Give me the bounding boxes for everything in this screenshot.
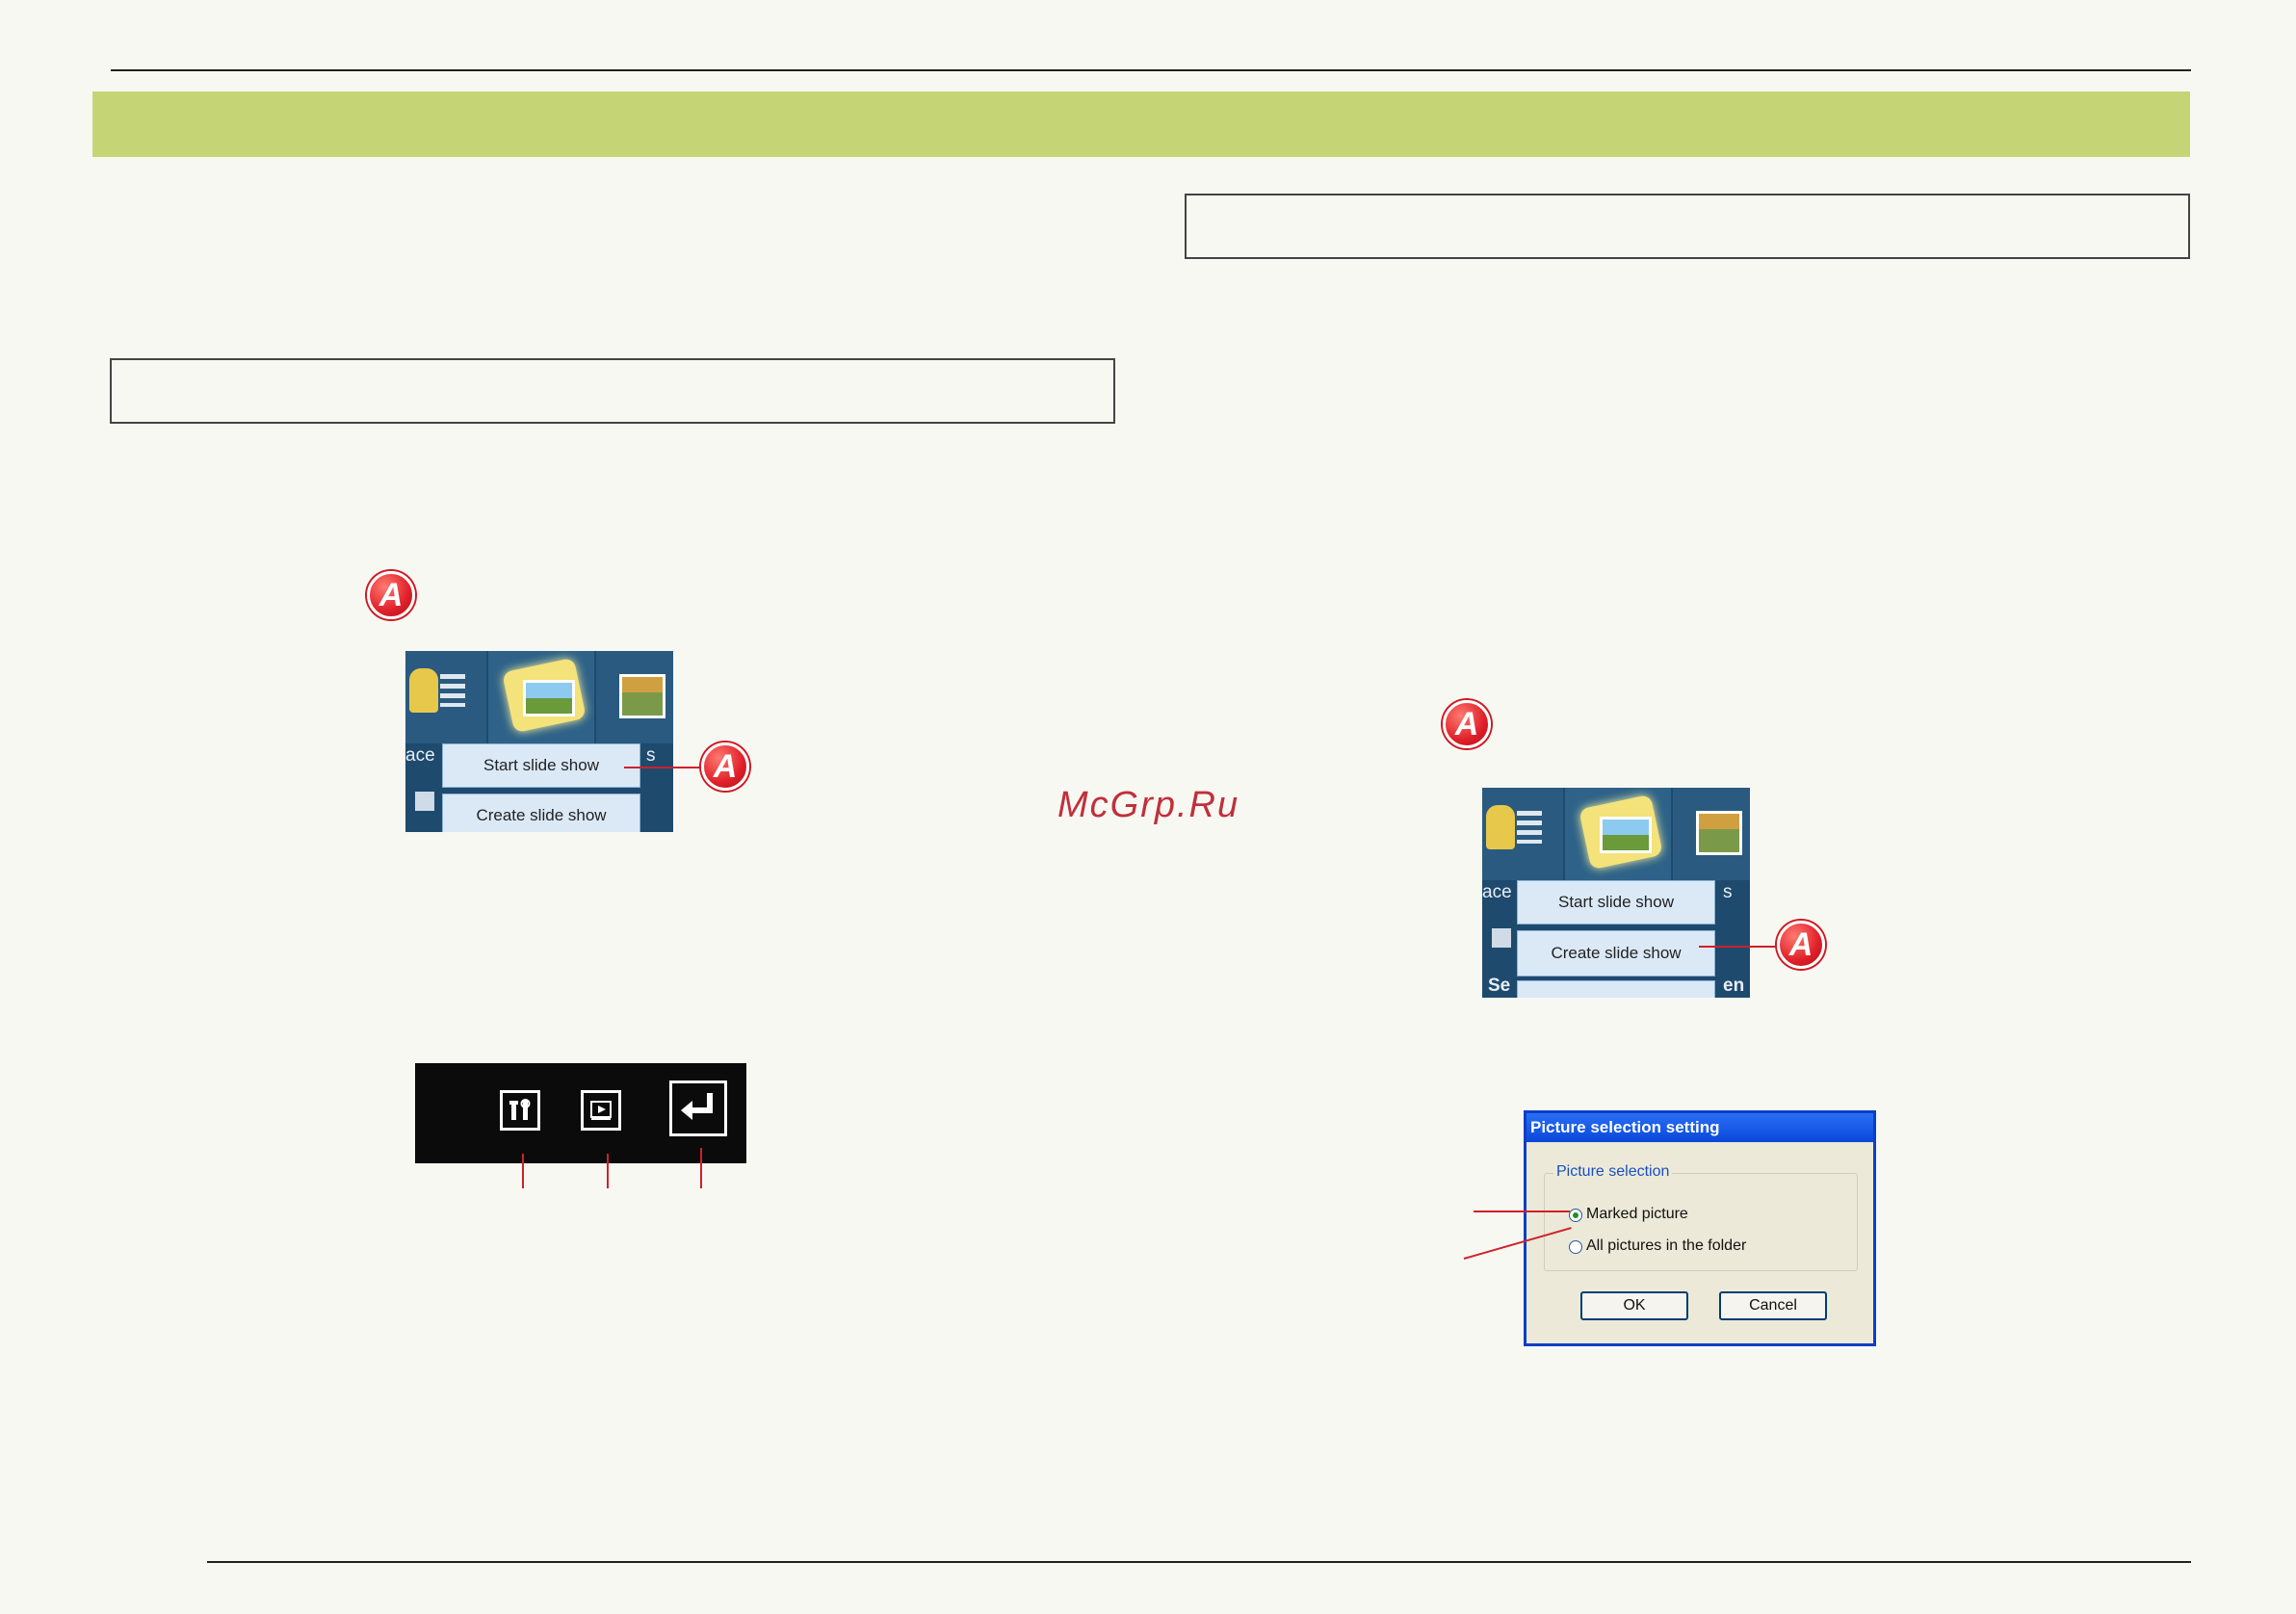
photo-icon [1600,817,1652,853]
picture-selection-dialog: Picture selection setting Picture select… [1524,1110,1876,1346]
menu-item-partial[interactable] [1517,980,1715,998]
callout-badge-a: A [1443,700,1491,748]
menu-item-start-slide-show[interactable]: Start slide show [442,743,640,788]
side-label-2: s [646,745,656,766]
callout-line-2 [607,1154,609,1188]
face-icon [409,668,438,713]
side-label-4: en [1723,976,1745,996]
side-label-3: Se [1488,976,1511,996]
leader-line [624,767,701,768]
photos-icon [1696,811,1742,855]
menu-item-start-slide-show[interactable]: Start slide show [1517,880,1715,924]
leader-line [1699,946,1778,948]
dialog-title: Picture selection setting [1526,1113,1873,1142]
tools-icon[interactable] [500,1090,540,1131]
play-icon[interactable] [581,1090,621,1131]
photos-icon [619,674,665,718]
watermark: McGrp.Ru [1057,785,1240,825]
note-box-left [110,358,1115,424]
playback-toolbar [415,1063,746,1163]
side-label-1: ace [1482,882,1512,902]
slide-show-menu-screenshot-2: ace s Start slide show Create slide show… [1482,788,1750,998]
radio-label-all-pictures: All pictures in the folder [1586,1237,1747,1254]
top-rule [111,69,2191,71]
face-icon [1486,805,1515,849]
radio-label-marked-picture: Marked picture [1586,1206,1688,1222]
cancel-button[interactable]: Cancel [1719,1291,1827,1320]
list-icon [440,674,465,707]
radio-all-pictures[interactable] [1569,1240,1582,1254]
menu-item-create-slide-show[interactable]: Create slide show [442,794,640,832]
callout-line-marked [1474,1210,1570,1212]
callout-badge-a: A [367,571,415,619]
photo-icon [523,680,575,716]
side-label-2: s [1723,882,1733,902]
section-banner [92,91,2190,157]
group-label: Picture selection [1553,1163,1673,1181]
return-icon[interactable] [669,1080,727,1136]
menu-item-create-slide-show[interactable]: Create slide show [1517,930,1715,976]
callout-badge-a: A [701,742,749,791]
folder-icon [1492,928,1511,948]
list-icon [1517,811,1542,844]
bottom-rule [207,1561,2191,1563]
callout-line-1 [522,1154,524,1188]
callout-line-3 [700,1148,702,1188]
folder-icon [415,792,434,811]
callout-badge-a: A [1777,921,1825,969]
side-label-1: ace [405,745,435,766]
slide-show-menu-screenshot: ace s Start slide show Create slide show [405,651,673,832]
note-box-right [1185,194,2190,259]
ok-button[interactable]: OK [1580,1291,1688,1320]
radio-marked-picture[interactable] [1569,1209,1582,1222]
